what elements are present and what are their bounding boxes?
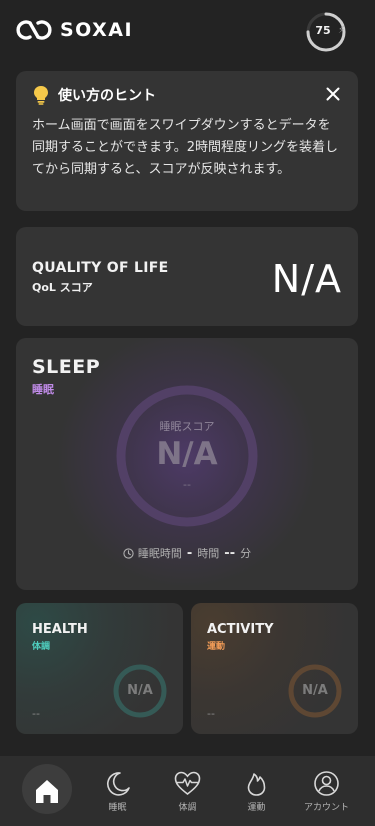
hint-body: ホーム画面で画面をスワイプダウンするとデータを同期することができます。2時間程度… — [32, 118, 338, 177]
home-icon — [36, 780, 58, 803]
health-score-value: N/A — [127, 683, 153, 698]
sleep-subtitle: 睡眠 — [32, 383, 54, 396]
close-hint-button[interactable] — [322, 83, 344, 105]
soxai-logo-icon — [16, 20, 52, 40]
moon-icon — [106, 772, 130, 796]
sleep-score-label: 睡眠スコア — [159, 420, 215, 433]
battery-level: 75 — [315, 24, 331, 37]
health-title: HEALTH — [32, 622, 88, 637]
sleep-score-sub: -- — [183, 478, 191, 491]
activity-title: ACTIVITY — [207, 622, 274, 637]
activity-subtitle: 運動 — [207, 642, 226, 652]
activity-card[interactable]: ACTIVITY 運動 N/A -- — [191, 603, 358, 734]
tab-activity-label: 運動 — [247, 803, 266, 813]
app-name: SOXAI — [60, 19, 134, 41]
tab-sleep[interactable]: 睡眠 — [80, 756, 155, 826]
sleep-duration: 睡眠時間 - 時間 -- 分 — [16, 545, 358, 561]
qol-title: QUALITY OF LIFE — [32, 260, 169, 276]
tab-home[interactable] — [0, 756, 75, 826]
tab-health[interactable]: 体調 — [150, 756, 225, 826]
sleep-title: SLEEP — [32, 356, 101, 378]
app-logo: SOXAI — [16, 18, 133, 42]
sleep-hours-unit: 時間 — [197, 547, 220, 560]
tab-health-label: 体調 — [178, 803, 197, 813]
qol-value: N/A — [271, 257, 342, 301]
tab-account[interactable]: アカウント — [289, 756, 364, 826]
sleep-hours-value: - — [186, 545, 193, 561]
lightbulb-icon — [34, 86, 48, 105]
activity-sub-value: -- — [207, 707, 215, 720]
sleep-minutes-value: -- — [224, 545, 236, 561]
health-subtitle: 体調 — [32, 642, 51, 652]
app-header: SOXAI 75 ⚡ — [0, 0, 375, 64]
qol-score-card[interactable]: QUALITY OF LIFE QoL スコア N/A — [16, 227, 358, 326]
health-sub-value: -- — [32, 707, 40, 720]
sleep-minutes-unit: 分 — [240, 547, 252, 560]
close-icon — [326, 87, 340, 101]
tab-account-label: アカウント — [303, 803, 349, 813]
sleep-card[interactable]: SLEEP 睡眠 睡眠スコア N/A -- 睡眠時間 - 時間 -- 分 — [16, 338, 358, 590]
account-icon — [314, 771, 339, 796]
heart-pulse-icon — [174, 771, 201, 796]
health-card[interactable]: HEALTH 体調 N/A -- — [16, 603, 183, 734]
hint-title: 使い方のヒント — [58, 88, 156, 104]
tab-sleep-label: 睡眠 — [108, 803, 127, 813]
qol-subtitle: QoL スコア — [32, 281, 93, 294]
activity-score-value: N/A — [302, 683, 328, 698]
bottom-tab-bar: 睡眠 体調 運動 アカウント — [0, 756, 375, 826]
sleep-time-label: 睡眠時間 — [137, 547, 182, 560]
ring-battery-indicator[interactable]: 75 ⚡ — [304, 10, 348, 54]
clock-icon — [123, 547, 134, 559]
tab-activity[interactable]: 運動 — [219, 756, 294, 826]
charging-bolt-icon: ⚡ — [338, 25, 346, 36]
flame-icon — [247, 773, 266, 796]
sleep-score-value: N/A — [156, 436, 218, 472]
usage-hint-card: 使い方のヒント ホーム画面で画面をスワイプダウンするとデータを同期することができ… — [16, 71, 358, 211]
